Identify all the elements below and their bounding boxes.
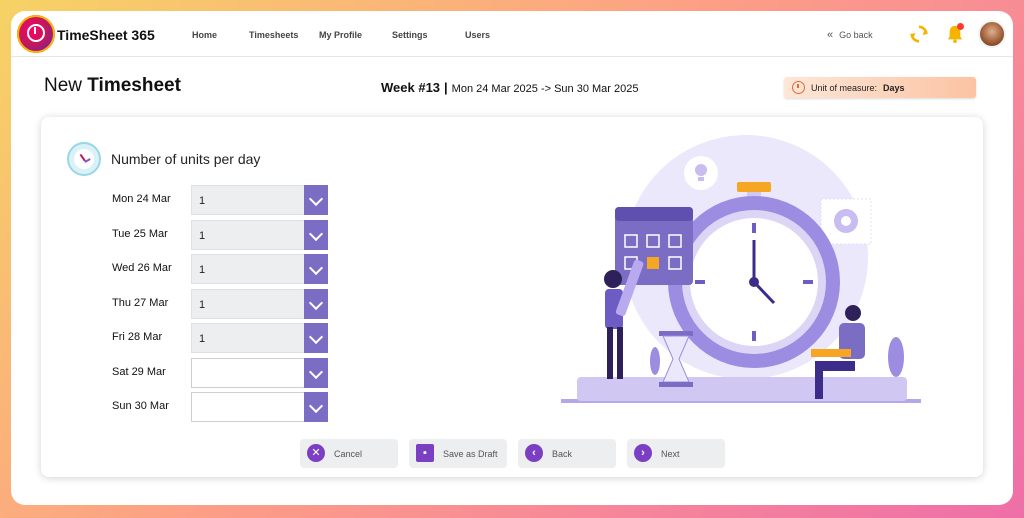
chevron-down-icon[interactable]	[304, 392, 328, 422]
week-info: Week #13 | Mon 24 Mar 2025 -> Sun 30 Mar 2…	[381, 80, 639, 95]
timesheet-illustration	[561, 135, 921, 403]
brand-name: TimeSheet 365	[57, 27, 155, 43]
day-label: Tue 25 Mar	[112, 228, 168, 240]
nav-timesheets[interactable]: Timesheets	[249, 30, 298, 40]
timesheet-card: Number of units per day Mon 24 Mar 1 Tue…	[41, 117, 983, 477]
save-icon: ▪	[416, 444, 434, 462]
day-label: Wed 26 Mar	[112, 262, 172, 274]
units-select[interactable]: 1	[191, 323, 328, 353]
uom-label: Unit of measure:	[811, 82, 878, 93]
chevron-down-icon[interactable]	[304, 323, 328, 353]
save-draft-button[interactable]: ▪ Save as Draft	[409, 439, 507, 468]
week-number: Week #13	[381, 80, 441, 95]
nav-users[interactable]: Users	[465, 30, 490, 40]
sync-icon[interactable]	[910, 25, 928, 43]
chevron-right-icon: ›	[634, 444, 652, 462]
go-back-button[interactable]: « Go back	[827, 29, 873, 41]
units-select[interactable]: 1	[191, 254, 328, 284]
unit-of-measure-badge: Unit of measure: Days	[784, 77, 976, 98]
chevron-down-icon[interactable]	[304, 185, 328, 215]
day-label: Fri 28 Mar	[112, 331, 163, 343]
units-select[interactable]	[191, 358, 328, 388]
clock-icon	[792, 81, 805, 94]
units-select[interactable]: 1	[191, 185, 328, 215]
go-back-label: Go back	[839, 30, 873, 40]
page-title: New Timesheet	[44, 75, 181, 96]
close-icon: ✕	[307, 444, 325, 462]
week-range: Mon 24 Mar 2025 -> Sun 30 Mar 2025	[451, 83, 639, 95]
chevron-down-icon[interactable]	[304, 254, 328, 284]
chevron-down-icon[interactable]	[304, 220, 328, 250]
nav-my-profile[interactable]: My Profile	[319, 30, 362, 40]
notification-dot	[957, 23, 964, 30]
cancel-button[interactable]: ✕ Cancel	[300, 439, 398, 468]
double-chevron-left-icon: «	[827, 29, 834, 41]
nav-home[interactable]: Home	[192, 30, 217, 40]
nav-settings[interactable]: Settings	[392, 30, 428, 40]
form-title: Number of units per day	[111, 151, 261, 167]
day-label: Sun 30 Mar	[112, 400, 169, 412]
logo-icon[interactable]	[17, 15, 55, 53]
back-button[interactable]: ‹ Back	[518, 439, 616, 468]
day-label: Sat 29 Mar	[112, 366, 166, 378]
day-label: Thu 27 Mar	[112, 297, 169, 309]
units-select[interactable]: 1	[191, 289, 328, 319]
chevron-left-icon: ‹	[525, 444, 543, 462]
next-button[interactable]: › Next	[627, 439, 725, 468]
uom-value: Days	[883, 82, 905, 93]
units-select[interactable]: 1	[191, 220, 328, 250]
avatar[interactable]	[978, 20, 1006, 48]
top-nav: TimeSheet 365 Home Timesheets My Profile…	[11, 11, 1013, 57]
chevron-down-icon[interactable]	[304, 289, 328, 319]
units-select[interactable]	[191, 392, 328, 422]
day-label: Mon 24 Mar	[112, 193, 171, 205]
chevron-down-icon[interactable]	[304, 358, 328, 388]
clock-icon	[67, 142, 101, 176]
app-window: TimeSheet 365 Home Timesheets My Profile…	[11, 11, 1013, 505]
